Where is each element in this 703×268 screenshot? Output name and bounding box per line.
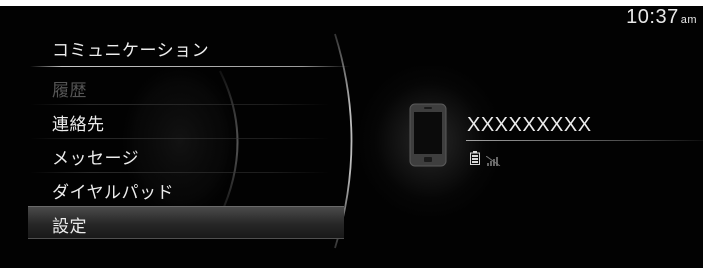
menu-item-messages[interactable]: メッセージ: [52, 144, 139, 169]
menu-item-dialpad[interactable]: ダイヤルパッド: [52, 178, 174, 203]
smartphone-icon: [409, 103, 447, 167]
menu-divider: [30, 172, 330, 173]
title-underline: [30, 66, 350, 67]
no-signal-icon: [486, 156, 501, 166]
menu-divider: [30, 138, 330, 139]
infotainment-screen: 10:37 am コミュニケーション 履歴 連絡先 メッセージ ダイヤルパッド …: [0, 6, 703, 268]
clock-time: 10:37: [626, 6, 679, 28]
menu-item-settings[interactable]: 設定: [52, 212, 87, 237]
clock-ampm: am: [680, 14, 697, 26]
device-name-underline: [466, 140, 703, 141]
menu-item-history[interactable]: 履歴: [52, 76, 87, 101]
device-name: XXXXXXXXX: [467, 114, 592, 136]
communication-menu: コミュニケーション 履歴 連絡先 メッセージ ダイヤルパッド 設定: [0, 6, 360, 268]
menu-title: コミュニケーション: [52, 41, 210, 61]
battery-icon: [470, 151, 480, 165]
menu-divider: [30, 104, 330, 105]
menu-item-contacts[interactable]: 連絡先: [52, 110, 105, 135]
clock: 10:37 am: [626, 6, 697, 29]
